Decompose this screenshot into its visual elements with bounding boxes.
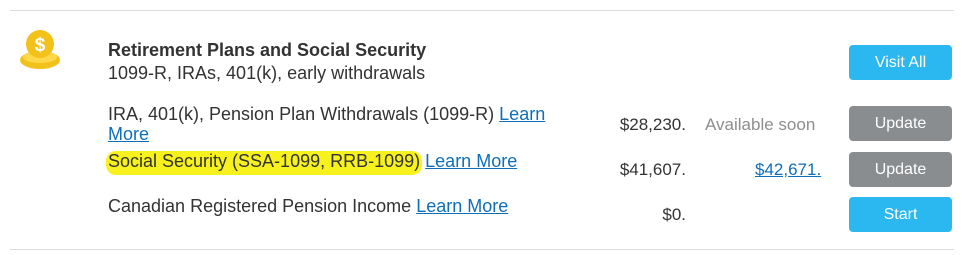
row-ira-pension: IRA, 401(k), Pension Plan Withdrawals (1… — [108, 104, 578, 144]
linked-amount[interactable]: $42,671. — [755, 160, 821, 180]
highlighted-row-label: Social Security (SSA-1099, RRB-1099) — [108, 151, 421, 171]
top-divider — [10, 10, 954, 11]
row-label: IRA, 401(k), Pension Plan Withdrawals (1… — [108, 104, 495, 124]
row-label: Canadian Registered Pension Income — [108, 196, 412, 216]
svg-text:$: $ — [35, 35, 46, 56]
update-button[interactable]: Update — [849, 152, 952, 187]
update-button[interactable]: Update — [849, 106, 952, 141]
row-social-security: Social Security (SSA-1099, RRB-1099) Lea… — [108, 151, 517, 171]
visit-all-button[interactable]: Visit All — [849, 45, 952, 80]
learn-more-link[interactable]: Learn More — [425, 151, 517, 171]
section-title: Retirement Plans and Social Security — [108, 40, 427, 60]
row-amount: $0. — [662, 205, 686, 224]
row-amount: $28,230. — [619, 115, 686, 134]
money-bag-icon: $ — [20, 30, 60, 69]
row-amount: $41,607. — [619, 160, 686, 179]
section-subtitle: 1099-R, IRAs, 401(k), early withdrawals — [108, 63, 426, 83]
bottom-divider — [10, 249, 954, 250]
status-text: Available soon — [705, 115, 816, 134]
learn-more-link[interactable]: Learn More — [416, 196, 508, 216]
row-canadian-pension: Canadian Registered Pension Income Learn… — [108, 196, 508, 216]
start-button[interactable]: Start — [849, 197, 952, 232]
